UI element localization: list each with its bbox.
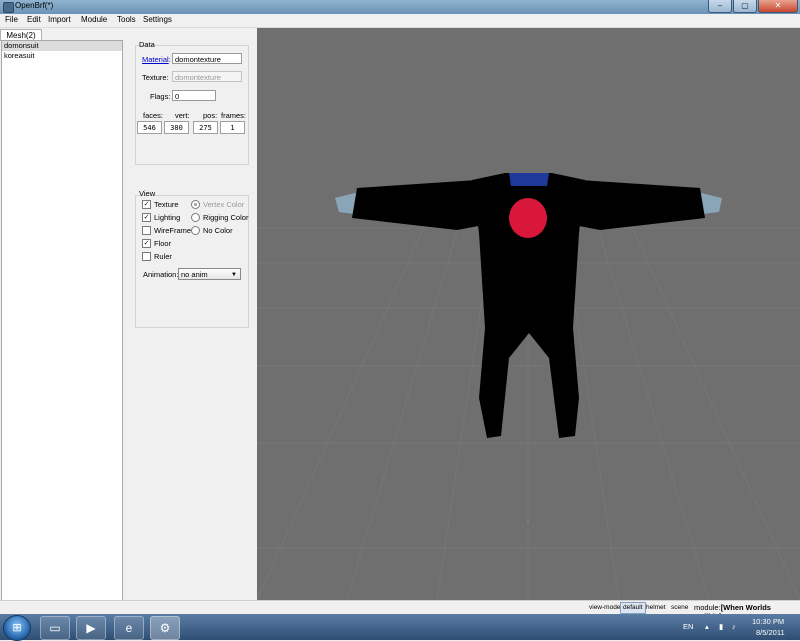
pos-value: 275 [193, 121, 218, 134]
lighting-checkbox[interactable]: ✓ Lighting [142, 213, 180, 222]
radio-dot[interactable] [191, 213, 200, 222]
language-indicator[interactable]: EN [683, 622, 693, 631]
view-mode-label: view-mode [589, 604, 621, 611]
texture-checkbox[interactable]: ✓ Texture [142, 200, 179, 209]
material-field[interactable]: domontexture [172, 53, 242, 64]
checkbox-box[interactable]: ✓ [142, 200, 151, 209]
data-group-title: Data [139, 40, 155, 49]
checkbox-box[interactable] [142, 252, 151, 261]
network-icon[interactable]: ▮ [719, 622, 723, 631]
animation-value: no anim [181, 270, 208, 279]
material-label-row: Material: [142, 55, 171, 64]
app-icon [3, 2, 14, 13]
close-button[interactable]: ✕ [758, 0, 798, 13]
frames-value: 1 [220, 121, 245, 134]
maximize-button[interactable]: ▢ [733, 0, 757, 13]
chest-emblem [509, 198, 547, 238]
checkbox-box[interactable] [142, 226, 151, 235]
vertex-color-radio: Vertex Color [191, 200, 244, 209]
ruler-checkbox[interactable]: Ruler [142, 252, 172, 261]
texture-label: Texture: [142, 73, 169, 82]
view-mode-helmet-button[interactable]: helmet [646, 604, 666, 611]
menu-edit[interactable]: Edit [27, 15, 41, 24]
list-item[interactable]: koreasuit [2, 51, 122, 61]
chevron-down-icon: ▼ [231, 272, 237, 278]
frames-label: frames: [221, 111, 247, 120]
folder-icon[interactable]: ▭ [40, 616, 70, 640]
left-arm [352, 180, 489, 230]
view-group-title: View [139, 189, 156, 198]
menu-import[interactable]: Import [48, 15, 71, 24]
radio-dot [191, 200, 200, 209]
vert-label: vert: [175, 111, 190, 120]
animation-dropdown[interactable]: no anim ▼ [178, 268, 241, 280]
start-button[interactable]: ⊞ [3, 615, 31, 641]
3d-viewport[interactable] [257, 28, 800, 600]
clock-time[interactable]: 10:30 PM [752, 617, 784, 626]
menu-bar: File Edit Import Module Tools Settings [0, 14, 800, 28]
status-bar: view-mode default helmet scene module:[W… [0, 600, 800, 621]
flags-field[interactable]: 0 [172, 90, 216, 101]
taskbar: ⊞ ▭ ▶ e ⚙ EN ▴ ▮ ♪ 10:30 PM 8/5/2011 [0, 614, 800, 641]
no-color-radio[interactable]: No Color [191, 226, 233, 235]
rigging-color-radio[interactable]: Rigging Color [191, 213, 248, 222]
view-mode-scene-button[interactable]: scene [671, 604, 688, 611]
radio-dot[interactable] [191, 226, 200, 235]
vert-value: 380 [164, 121, 189, 134]
tray-arrow-icon[interactable]: ▴ [705, 622, 709, 631]
collar [509, 173, 549, 186]
title-bar: OpenBrf(*) – ▢ ✕ [0, 0, 800, 14]
list-item[interactable]: domonsuit [2, 41, 122, 51]
openbrf-taskbar-icon[interactable]: ⚙ [150, 616, 180, 640]
minimize-button[interactable]: – [708, 0, 732, 13]
mesh-list[interactable]: domonsuit koreasuit [1, 40, 123, 602]
floor-checkbox[interactable]: ✓ Floor [142, 239, 171, 248]
flags-label: Flags: [150, 92, 171, 101]
menu-settings[interactable]: Settings [143, 15, 172, 24]
menu-tools[interactable]: Tools [117, 15, 136, 24]
origin-marker [527, 521, 529, 523]
material-link[interactable]: Material [142, 55, 169, 64]
faces-value: 546 [137, 121, 162, 134]
faces-label: faces: [143, 111, 164, 120]
animation-label: Animation: [143, 270, 179, 279]
menu-file[interactable]: File [5, 15, 18, 24]
right-arm [568, 180, 705, 230]
clock-date[interactable]: 8/5/2011 [756, 628, 785, 637]
media-player-icon[interactable]: ▶ [76, 616, 106, 640]
menu-module[interactable]: Module [81, 15, 107, 24]
material-colon: : [168, 55, 171, 64]
checkbox-box[interactable]: ✓ [142, 239, 151, 248]
texture-field: domontexture [172, 71, 242, 82]
view-mode-default-button[interactable]: default [620, 602, 646, 614]
checkbox-box[interactable]: ✓ [142, 213, 151, 222]
pos-label: pos: [203, 111, 218, 120]
window-title: OpenBrf(*) [15, 1, 54, 10]
browser-icon[interactable]: e [114, 616, 144, 640]
viewport-canvas [257, 173, 800, 600]
volume-icon[interactable]: ♪ [732, 622, 736, 631]
wireframe-checkbox[interactable]: WireFrame [142, 226, 191, 235]
window-controls: – ▢ ✕ [708, 0, 798, 13]
suit-model [335, 173, 722, 438]
